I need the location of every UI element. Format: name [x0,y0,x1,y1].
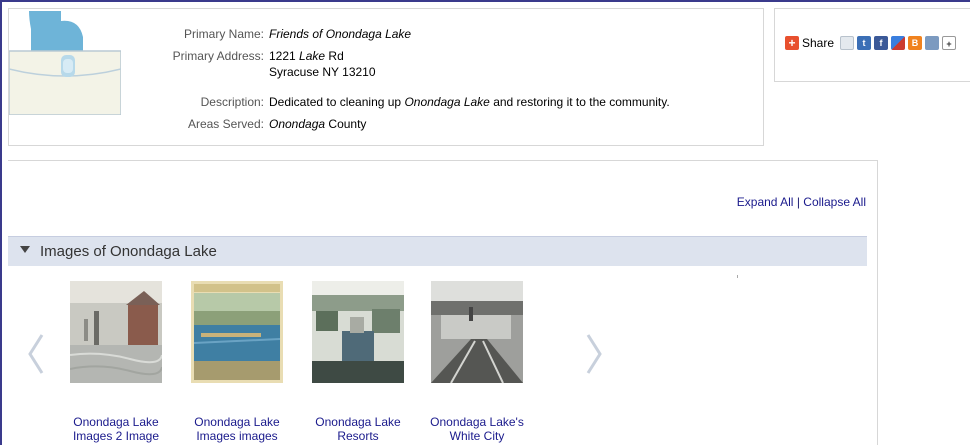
thumbnail-image-2[interactable] [191,281,283,383]
share-button[interactable]: Share [802,36,834,50]
thumbnail-image-3[interactable] [312,281,404,383]
primary-name-value: Friends of Onondaga Lake [269,27,412,41]
primary-address-line1: 1221 Lake Rd [269,49,344,63]
email-icon[interactable] [840,36,855,50]
twitter-icon[interactable]: t [857,36,872,50]
chevron-left-icon[interactable] [24,329,48,379]
section-header-images[interactable]: Images of Onondaga Lake [8,236,867,266]
areas-served-label: Areas Served: [187,117,264,131]
collapse-all-link[interactable]: Collapse All [803,195,866,209]
thumbnail-caption-4[interactable]: Onondaga Lake's White City [417,415,537,443]
share-plus-icon[interactable]: + [785,36,799,50]
expand-all-link[interactable]: Expand All [737,195,794,209]
main-content-panel: Expand All | Collapse All Images of Onon… [8,160,878,445]
top-border [0,0,970,2]
thumbnail-caption-2[interactable]: Onondaga Lake Images images [177,415,297,443]
thumbnail-image-1[interactable] [70,281,162,383]
facebook-icon[interactable]: f [874,36,889,50]
areas-served-value: Onondaga County [269,117,367,131]
left-border [0,0,2,445]
organization-info-panel: Primary Name: Friends of Onondaga Lake P… [8,8,764,146]
thumbnail-image-4[interactable] [431,281,523,383]
link-separator: | [796,195,800,209]
collapse-triangle-icon[interactable] [20,246,30,253]
thumbnail-caption-3[interactable]: Onondaga Lake Resorts [298,415,418,443]
share-panel: + Share t f B + [774,8,970,82]
delicious-icon[interactable] [891,36,906,50]
description-label: Description: [200,95,264,109]
myspace-icon[interactable] [925,36,940,50]
chevron-right-icon[interactable] [582,329,606,379]
more-icon[interactable]: + [942,36,957,50]
share-toolbar: + Share t f B + [785,36,957,50]
primary-address-line2: Syracuse NY 13210 [269,65,376,79]
divider-mark [737,275,738,278]
thumbnail-caption-1[interactable]: Onondaga Lake Images 2 Image [56,415,176,443]
section-title: Images of Onondaga Lake [40,243,217,260]
blogger-icon[interactable]: B [908,36,923,50]
primary-address-label: Primary Address: [172,49,264,63]
description-value: Dedicated to cleaning up Onondaga Lake a… [269,95,670,109]
expand-collapse-links: Expand All | Collapse All [737,195,866,209]
primary-name-label: Primary Name: [183,27,264,41]
